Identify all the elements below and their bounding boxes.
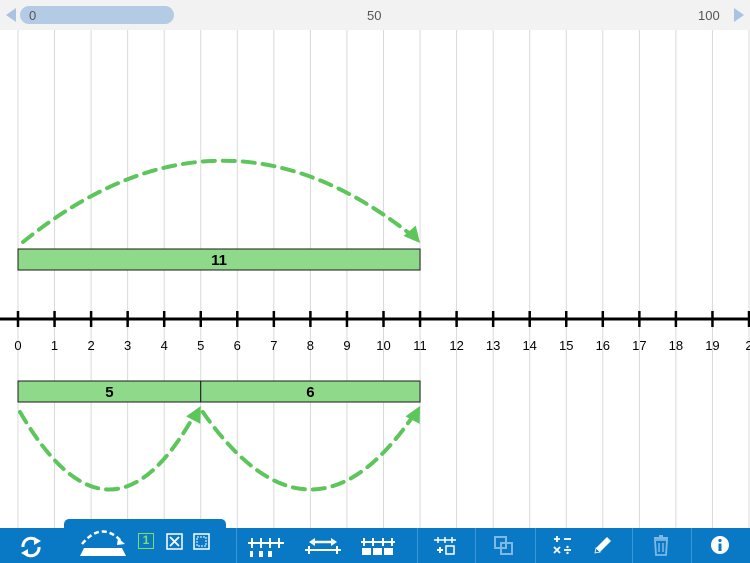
refresh-icon[interactable] [18, 535, 44, 559]
bar-label: 11 [211, 252, 227, 269]
scroll-label-start: 0 [29, 8, 37, 23]
tick-label: 17 [632, 338, 646, 353]
number-mode-icon[interactable]: 1 [138, 533, 154, 549]
tick-label: 9 [343, 338, 350, 353]
jump-arc-icon[interactable] [78, 526, 128, 558]
bar-blocks-icon[interactable] [359, 536, 397, 556]
arc-arrowhead-icon [186, 406, 201, 424]
tick-labels-icon[interactable] [246, 536, 286, 558]
tick-label: 12 [449, 338, 463, 353]
jump-arc[interactable] [21, 158, 421, 244]
tick-label: 16 [596, 338, 610, 353]
tick-label: 3 [124, 338, 131, 353]
bar-label: 6 [306, 384, 314, 401]
tick-label: 4 [161, 338, 168, 353]
tick-label: 15 [559, 338, 573, 353]
arc-path[interactable] [18, 410, 196, 492]
arc-path[interactable] [21, 158, 413, 244]
stretch-icon[interactable] [303, 536, 343, 556]
scroll-thumb[interactable] [20, 6, 174, 24]
tick-label: 14 [522, 338, 536, 353]
arc-arrowhead-icon [403, 225, 421, 243]
hide-mode-icon[interactable] [166, 533, 183, 550]
bar-label: 5 [105, 384, 113, 401]
bars-above-line: 11 [17, 248, 421, 271]
tick-label: 10 [376, 338, 390, 353]
scroll-label-end: 100 [698, 8, 720, 23]
scroll-label-mid: 50 [367, 8, 382, 23]
tick-label: 0 [14, 338, 21, 353]
pencil-icon[interactable] [591, 534, 613, 558]
tick-label: 2 [87, 338, 94, 353]
number-line-axis [0, 311, 750, 327]
tick-label: 8 [307, 338, 314, 353]
jump-arc[interactable] [18, 406, 201, 492]
number-bar[interactable]: 6 [200, 380, 421, 403]
trash-icon[interactable] [651, 535, 671, 557]
add-box-icon[interactable] [432, 535, 458, 557]
tick-label: 19 [705, 338, 719, 353]
tick-label: 2 [745, 338, 750, 353]
number-line-canvas[interactable]: 11 0 1 2 3 4 5 6 7 8 9 10 11 12 13 14 15 16 17 18 19 2 56 [0, 30, 750, 528]
tick-label: 1 [51, 338, 58, 353]
tick-label: 13 [486, 338, 500, 353]
tick-label: 11 [413, 338, 427, 353]
tick-label: 6 [234, 338, 241, 353]
scroll-right-arrow-icon[interactable] [734, 8, 744, 22]
info-icon[interactable] [710, 535, 730, 555]
arc-path[interactable] [200, 410, 416, 492]
operations-icon[interactable] [552, 534, 574, 558]
tick-label: 18 [669, 338, 683, 353]
number-bar[interactable]: 5 [17, 380, 202, 403]
number-bar[interactable]: 11 [17, 248, 421, 271]
tick-labels: 0 1 2 3 4 5 6 7 8 9 10 11 12 13 14 15 16 17 18 19 2 [14, 338, 750, 353]
scroll-left-arrow-icon[interactable] [6, 8, 16, 22]
jump-arc[interactable] [200, 406, 421, 492]
top-scrollbar: 0 50 100 [0, 0, 750, 30]
number-mode-label: 1 [142, 533, 150, 547]
copy-icon[interactable] [493, 535, 515, 557]
jump-arcs-above [21, 158, 421, 244]
tick-label: 5 [197, 338, 204, 353]
tick-label: 7 [270, 338, 277, 353]
blank-mode-icon[interactable] [193, 533, 210, 550]
jump-arcs-below [18, 406, 421, 492]
bars-below-line: 56 [17, 380, 421, 403]
